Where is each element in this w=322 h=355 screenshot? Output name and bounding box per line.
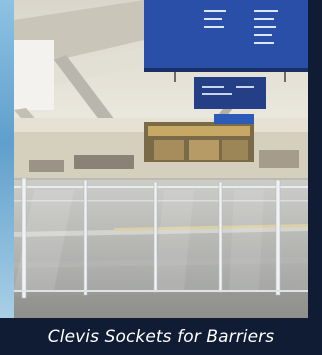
- caption-text[interactable]: Clevis Sockets for Barriers: [48, 327, 274, 347]
- caption-bar: Clevis Sockets for Barriers: [0, 318, 322, 355]
- product-card: Clevis Sockets for Barriers: [0, 0, 322, 355]
- airport-barrier-photo: [14, 0, 308, 318]
- sky-background-edge: [0, 0, 14, 318]
- airport-terminal-barrier-photo-icon: [14, 0, 308, 318]
- frame-right-edge: [308, 0, 322, 318]
